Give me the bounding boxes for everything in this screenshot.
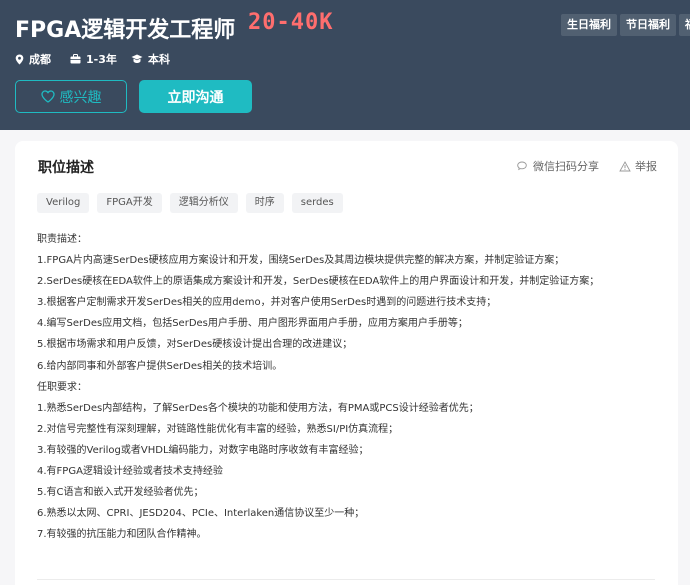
- wechat-icon: [517, 161, 527, 170]
- briefcase-icon: [70, 54, 81, 64]
- experience-info: 1-3年: [70, 51, 117, 67]
- skill-tag: FPGA开发: [97, 193, 162, 213]
- share-label: 微信扫码分享: [533, 160, 599, 173]
- description-line: 2.SerDes硬核在EDA软件上的原语集成方案设计和开发，SerDes硬核在E…: [37, 276, 600, 288]
- graduation-cap-icon: [131, 54, 143, 63]
- degree-text: 本科: [148, 53, 170, 66]
- heart-icon: [40, 90, 55, 103]
- description-line: 5.有C语言和嵌入式开发经验者优先；: [37, 487, 204, 499]
- experience-text: 1-3年: [86, 53, 117, 66]
- description-line: 5.根据市场需求和用户反馈，对SerDes硬核设计提出合理的改进建议；: [37, 339, 353, 351]
- description-line: 4.有FPGA逻辑设计经验或者技术支持经验: [37, 466, 223, 478]
- chat-now-button[interactable]: 立即沟通: [139, 80, 252, 113]
- welfare-tag: 福: [679, 14, 690, 36]
- skill-tag: 时序: [245, 193, 284, 213]
- job-title: FPGA逻辑开发工程师: [15, 18, 236, 43]
- description-line: 6.给内部同事和外部客户提供SerDes相关的技术培训。: [37, 360, 283, 372]
- interest-button[interactable]: 感兴趣: [15, 80, 127, 113]
- description-line: 任职要求：: [37, 381, 87, 393]
- location-info: 成都: [15, 51, 51, 67]
- description-line: 3.根据客户定制需求开发SerDes相关的应用demo，并对客户使用SerDes…: [37, 297, 497, 309]
- skill-tag: Verilog: [37, 193, 90, 213]
- welfare-tag: 生日福利: [561, 14, 617, 36]
- job-description-card: 职位描述 微信扫码分享 举报 Verilog FPGA开发 逻辑分析仪 时序 s…: [15, 141, 678, 585]
- salary: 20-40K: [248, 10, 334, 35]
- section-title: 职位描述: [38, 160, 94, 176]
- description-line: 职责描述：: [37, 234, 87, 245]
- job-header: FPGA逻辑开发工程师 20-40K 生日福利 节日福利 福 成都 1-3年 本…: [0, 0, 690, 130]
- description-line: 7.有较强的抗压能力和团队合作精神。: [37, 529, 207, 541]
- description-line: 3.有较强的Verilog或者VHDL编码能力，对数字电路时序收敛有丰富经验；: [37, 444, 369, 456]
- description-line: 4.编写SerDes应用文档，包括SerDes用户手册、用户图形界面用户手册，应…: [37, 318, 468, 330]
- divider: [37, 579, 655, 580]
- skill-tag: serdes: [291, 193, 343, 213]
- description-line: 1.熟悉SerDes内部结构，了解SerDes各个模块的功能和使用方法，有PMA…: [37, 402, 479, 414]
- report-button[interactable]: 举报: [619, 158, 657, 174]
- report-label: 举报: [635, 160, 657, 173]
- job-description-text: 职责描述： 1.FPGA片内高速SerDes硬核应用方案设计和开发，围绕SerD…: [37, 229, 667, 545]
- wechat-share-button[interactable]: 微信扫码分享: [517, 158, 599, 174]
- description-line: 1.FPGA片内高速SerDes硬核应用方案设计和开发，围绕SerDes及其周边…: [37, 255, 565, 267]
- skill-tag: 逻辑分析仪: [169, 193, 238, 213]
- location-pin-icon: [15, 54, 24, 64]
- degree-info: 本科: [131, 51, 170, 67]
- warning-icon: [619, 160, 631, 171]
- interest-label: 感兴趣: [59, 89, 102, 106]
- welfare-tag: 节日福利: [620, 14, 676, 36]
- skill-tags: Verilog FPGA开发 逻辑分析仪 时序 serdes: [37, 193, 343, 213]
- location-text: 成都: [29, 53, 51, 66]
- description-line: 6.熟悉以太网、CPRI、JESD204、PCIe、Interlaken通信协议…: [37, 508, 365, 520]
- description-line: 2.对信号完整性有深刻理解，对链路性能优化有丰富的经验，熟悉SI/PI仿真流程；: [37, 423, 399, 435]
